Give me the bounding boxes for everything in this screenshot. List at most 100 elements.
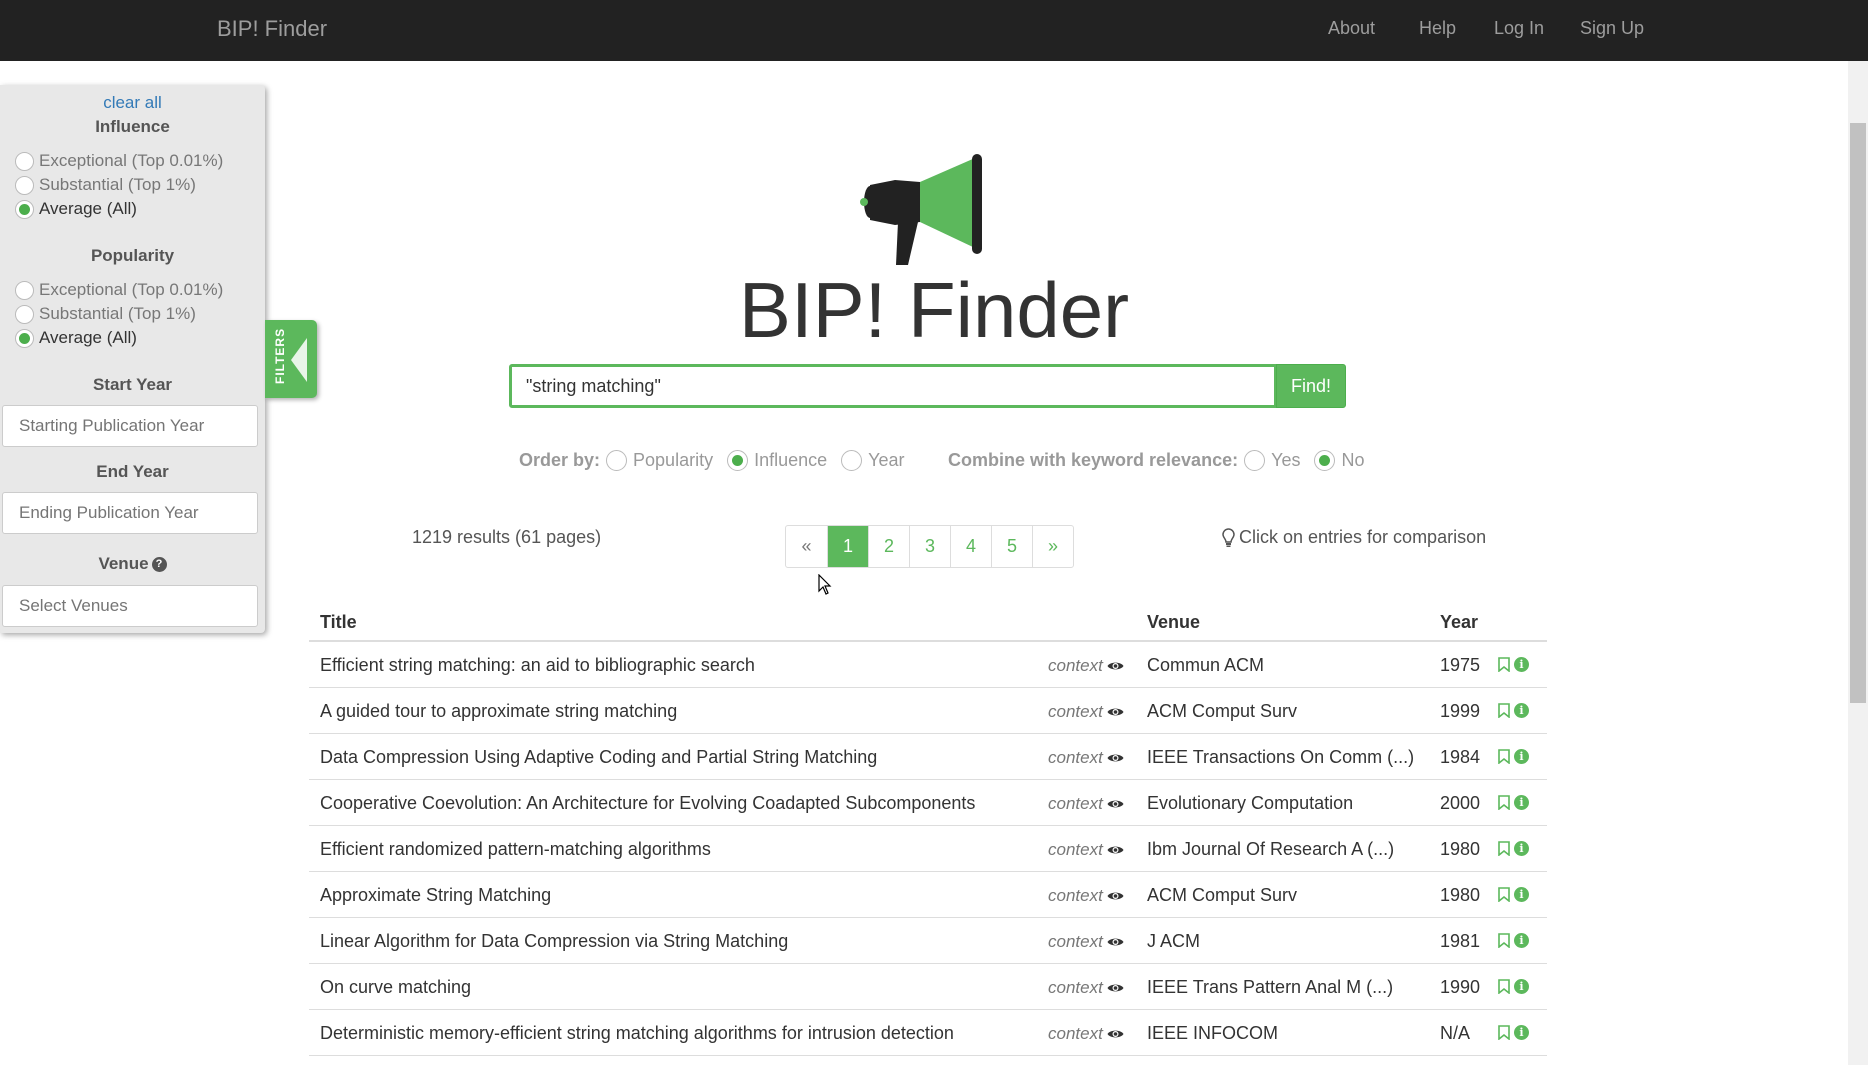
context-toggle[interactable]: context — [1048, 840, 1124, 860]
paper-title-link[interactable]: A guided tour to approximate string matc… — [320, 701, 677, 722]
radio-icon[interactable] — [606, 450, 628, 471]
paper-title-link[interactable]: On curve matching — [320, 977, 471, 998]
paper-title-link[interactable]: Data Compression Using Adaptive Coding a… — [320, 747, 877, 768]
table-row[interactable]: Cooperative Coevolution: An Architecture… — [309, 780, 1547, 826]
table-row[interactable]: Deterministic memory-efficient string ma… — [309, 1010, 1547, 1056]
nav-about-link[interactable]: About — [1328, 18, 1375, 39]
context-toggle[interactable]: context — [1048, 978, 1124, 998]
venue-cell: J ACM — [1147, 931, 1201, 951]
radio-checked-icon[interactable] — [15, 199, 34, 219]
megaphone-icon — [860, 154, 982, 265]
hero-title: BIP! Finder — [738, 266, 1130, 354]
info-icon[interactable]: i — [1514, 933, 1529, 948]
influence-option-substantial[interactable]: Substantial (Top 1%) — [15, 175, 196, 195]
info-icon[interactable]: i — [1514, 703, 1529, 718]
context-toggle[interactable]: context — [1048, 702, 1124, 722]
mouse-cursor-icon — [818, 574, 832, 595]
context-toggle[interactable]: context — [1048, 794, 1124, 814]
influence-option-average[interactable]: Average (All) — [15, 199, 137, 219]
search-input[interactable] — [509, 364, 1277, 408]
paper-title-link[interactable]: Linear Algorithm for Data Compression vi… — [320, 931, 788, 952]
bookmark-icon[interactable] — [1498, 795, 1510, 810]
table-row[interactable]: Linear Algorithm for Data Compression vi… — [309, 918, 1547, 964]
paper-title-link[interactable]: Efficient string matching: an aid to bib… — [320, 655, 755, 676]
nav-login-link[interactable]: Log In — [1494, 18, 1544, 39]
radio-icon[interactable] — [15, 175, 34, 195]
context-toggle[interactable]: context — [1048, 1024, 1124, 1044]
page-2-button[interactable]: 2 — [868, 526, 909, 567]
radio-icon[interactable] — [841, 450, 863, 471]
context-toggle[interactable]: context — [1048, 886, 1124, 906]
context-toggle[interactable]: context — [1048, 932, 1124, 952]
info-icon[interactable]: i — [1514, 841, 1529, 856]
info-icon[interactable]: i — [1514, 887, 1529, 902]
paper-title-link[interactable]: Efficient randomized pattern-matching al… — [320, 839, 711, 860]
bookmark-icon[interactable] — [1498, 933, 1510, 948]
radio-checked-icon[interactable] — [1314, 450, 1336, 471]
page-4-button[interactable]: 4 — [950, 526, 991, 567]
year-cell: 1999 — [1440, 701, 1481, 721]
info-icon[interactable]: i — [1514, 795, 1529, 810]
end-year-input[interactable] — [2, 492, 258, 534]
page-next-button[interactable]: » — [1032, 526, 1073, 567]
context-toggle[interactable]: context — [1048, 748, 1124, 768]
order-option-influence[interactable]: Influence — [727, 450, 827, 471]
scrollbar-thumb[interactable] — [1850, 123, 1866, 703]
page-3-button[interactable]: 3 — [909, 526, 950, 567]
find-button[interactable]: Find! — [1276, 364, 1346, 408]
row-actions: i — [1498, 795, 1529, 810]
order-by-label: Order by: — [519, 450, 601, 470]
paper-title-link[interactable]: Deterministic memory-efficient string ma… — [320, 1023, 954, 1044]
bookmark-icon[interactable] — [1498, 841, 1510, 856]
order-by-group: Order by: Popularity Influence Year — [519, 450, 919, 471]
order-option-year[interactable]: Year — [841, 450, 905, 471]
row-actions: i — [1498, 979, 1529, 994]
start-year-input[interactable] — [2, 405, 258, 447]
venue-cell: ACM Comput Surv — [1147, 885, 1298, 905]
paper-title-link[interactable]: Cooperative Coevolution: An Architecture… — [320, 793, 975, 814]
bookmark-icon[interactable] — [1498, 887, 1510, 902]
table-row[interactable]: A guided tour to approximate string matc… — [309, 688, 1547, 734]
page-5-button[interactable]: 5 — [991, 526, 1032, 567]
question-circle-icon[interactable]: ? — [151, 557, 167, 573]
info-icon[interactable]: i — [1514, 657, 1529, 672]
page-prev-button[interactable]: « — [786, 526, 827, 567]
eye-icon — [1107, 846, 1124, 854]
info-icon[interactable]: i — [1514, 749, 1529, 764]
context-toggle[interactable]: context — [1048, 656, 1124, 676]
start-year-heading: Start Year — [92, 375, 173, 394]
row-actions: i — [1498, 1025, 1529, 1040]
order-option-popularity[interactable]: Popularity — [606, 450, 713, 471]
year-cell: 1984 — [1440, 747, 1481, 767]
influence-option-exceptional[interactable]: Exceptional (Top 0.01%) — [15, 151, 223, 171]
nav-signup-link[interactable]: Sign Up — [1580, 18, 1644, 39]
table-row[interactable]: Approximate String Matching context ACM Co… — [309, 872, 1547, 918]
radio-checked-icon[interactable] — [727, 450, 749, 471]
bookmark-icon[interactable] — [1498, 749, 1510, 764]
table-row[interactable]: Efficient randomized pattern-matching al… — [309, 826, 1547, 872]
clear-all-link[interactable]: clear all — [0, 93, 265, 113]
bookmark-icon[interactable] — [1498, 1025, 1510, 1040]
table-header: Title Venue Year — [309, 604, 1547, 642]
info-icon[interactable]: i — [1514, 979, 1529, 994]
brand-link[interactable]: BIP! Finder — [217, 16, 327, 42]
radio-icon[interactable] — [15, 151, 34, 171]
row-actions: i — [1498, 703, 1529, 718]
table-row[interactable]: Data Compression Using Adaptive Coding a… — [309, 734, 1547, 780]
bookmark-icon[interactable] — [1498, 703, 1510, 718]
page-scrollbar[interactable] — [1848, 61, 1868, 1065]
bookmark-icon[interactable] — [1498, 657, 1510, 672]
venue-select-input[interactable] — [2, 585, 258, 627]
nav-help-link[interactable]: Help — [1419, 18, 1456, 39]
combine-option-yes[interactable]: Yes — [1244, 450, 1300, 471]
bookmark-icon[interactable] — [1498, 979, 1510, 994]
radio-icon[interactable] — [1244, 450, 1266, 471]
page-1-button[interactable]: 1 — [827, 526, 868, 567]
table-row[interactable]: Efficient string matching: an aid to bib… — [309, 642, 1547, 688]
eye-icon — [1107, 800, 1124, 808]
combine-option-no[interactable]: No — [1314, 450, 1364, 471]
paper-title-link[interactable]: Approximate String Matching — [320, 885, 551, 906]
table-row[interactable]: On curve matching context IEEE Trans Patte… — [309, 964, 1547, 1010]
end-year-heading: End Year — [96, 462, 169, 481]
info-icon[interactable]: i — [1514, 1025, 1529, 1040]
